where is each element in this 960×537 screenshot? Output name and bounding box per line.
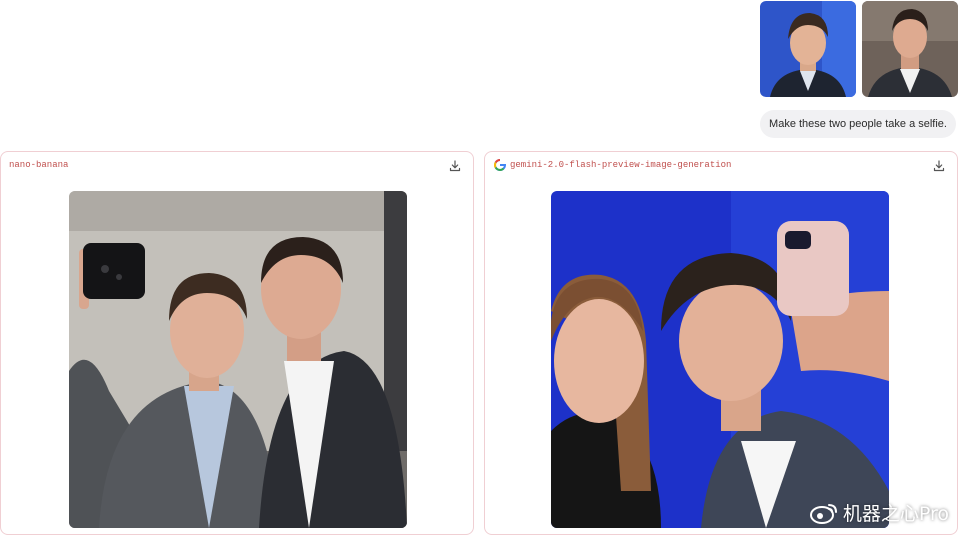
user-prompt-bubble: Make these two people take a selfie.: [760, 110, 956, 138]
generated-image-selfie-stage[interactable]: [551, 191, 889, 528]
download-icon: [933, 160, 945, 172]
download-button[interactable]: [447, 158, 463, 174]
model-name-label: nano-banana: [9, 160, 69, 170]
download-icon: [449, 160, 461, 172]
card-header: gemini-2.0-flash-preview-image-generatio…: [493, 158, 949, 176]
result-card-nano-banana: nano-banana: [0, 151, 474, 535]
card-header: nano-banana: [9, 158, 465, 176]
attachment-thumbnail-1[interactable]: [760, 1, 856, 97]
weibo-icon: [809, 503, 837, 524]
download-button[interactable]: [931, 158, 947, 174]
result-card-gemini: gemini-2.0-flash-preview-image-generatio…: [484, 151, 958, 535]
model-name-label: gemini-2.0-flash-preview-image-generatio…: [510, 160, 732, 170]
generated-image-selfie-office[interactable]: [69, 191, 407, 528]
google-g-icon: [494, 159, 506, 171]
watermark: 机器之心Pro: [809, 499, 949, 526]
portrait-photo-1: [760, 1, 856, 97]
portrait-photo-2: [862, 1, 958, 97]
attachment-thumbnail-2[interactable]: [862, 1, 958, 97]
watermark-text: 机器之心Pro: [842, 503, 949, 525]
